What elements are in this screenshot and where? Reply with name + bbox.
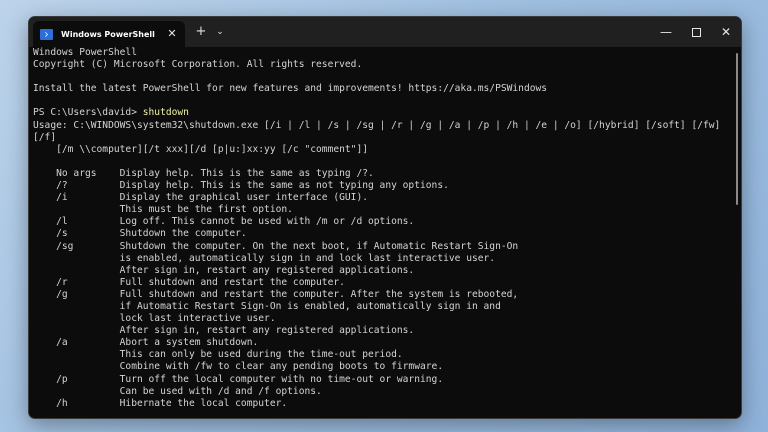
terminal-window: Windows PowerShell ✕ + ⌄ — ✕ Windows Pow… xyxy=(28,16,742,419)
output-line: Combine with /fw to clear any pending bo… xyxy=(33,361,444,373)
output-line: /h Hibernate the local computer. xyxy=(33,397,288,409)
tab-title: Windows PowerShell xyxy=(61,29,155,39)
output-line: [/m \\computer][/t xxx][/d [p|u:]xx:yy [… xyxy=(33,143,369,155)
tab-close-icon[interactable]: ✕ xyxy=(165,27,179,41)
output-line: This can only be used during the time-ou… xyxy=(33,349,403,361)
close-button[interactable]: ✕ xyxy=(711,17,741,47)
output-line: if Automatic Restart Sign-On is enabled,… xyxy=(33,300,501,312)
output-line: /? Display help. This is the same as not… xyxy=(33,180,449,192)
banner-line-2: Copyright (C) Microsoft Corporation. All… xyxy=(33,59,363,71)
prompt: PS C:\Users\david> xyxy=(33,107,143,119)
scrollbar-thumb[interactable] xyxy=(736,53,738,205)
output-line: /s Shutdown the computer. xyxy=(33,228,247,240)
output-line: /l Log off. This cannot be used with /m … xyxy=(33,216,415,228)
chevron-down-icon[interactable]: ⌄ xyxy=(213,24,227,40)
output-line: /a Abort a system shutdown. xyxy=(33,337,259,349)
maximize-icon xyxy=(691,28,701,37)
output-line: /sg Shutdown the computer. On the next b… xyxy=(33,240,519,252)
output-line: Usage: C:\WINDOWS\system32\shutdown.exe … xyxy=(33,119,721,131)
output-line: After sign in, restart any registered ap… xyxy=(33,325,415,337)
scrollbar[interactable] xyxy=(736,51,738,413)
banner-line-1: Windows PowerShell xyxy=(33,47,137,58)
command-output: Usage: C:\WINDOWS\system32\shutdown.exe … xyxy=(33,120,720,409)
minimize-button[interactable]: — xyxy=(651,17,681,47)
output-line: lock last interactive user. xyxy=(33,313,276,325)
output-line: This must be the first option. xyxy=(33,204,293,216)
output-line: After sign in, restart any registered ap… xyxy=(33,264,415,276)
output-line: [/f] xyxy=(33,131,57,143)
new-tab-button[interactable]: + xyxy=(193,24,209,40)
title-bar: Windows PowerShell ✕ + ⌄ — ✕ xyxy=(29,17,741,47)
output-line: Can be used with /d and /f options. xyxy=(33,385,322,397)
output-line: /p Turn off the local computer with no t… xyxy=(33,373,444,385)
banner-line-3: Install the latest PowerShell for new fe… xyxy=(33,83,548,95)
output-line: /r Full shutdown and restart the compute… xyxy=(33,276,345,288)
output-line: No args Display help. This is the same a… xyxy=(33,167,374,179)
maximize-button[interactable] xyxy=(681,17,711,47)
output-line: is enabled, automatically sign in and lo… xyxy=(33,252,496,264)
tab-windows-powershell[interactable]: Windows PowerShell ✕ xyxy=(33,21,185,47)
powershell-icon xyxy=(40,28,53,40)
output-line: /i Display the graphical user interface … xyxy=(33,192,369,204)
command-text: shutdown xyxy=(142,107,189,119)
terminal-output[interactable]: Windows PowerShell Copyright (C) Microso… xyxy=(33,47,725,415)
output-line: /g Full shutdown and restart the compute… xyxy=(33,288,519,300)
